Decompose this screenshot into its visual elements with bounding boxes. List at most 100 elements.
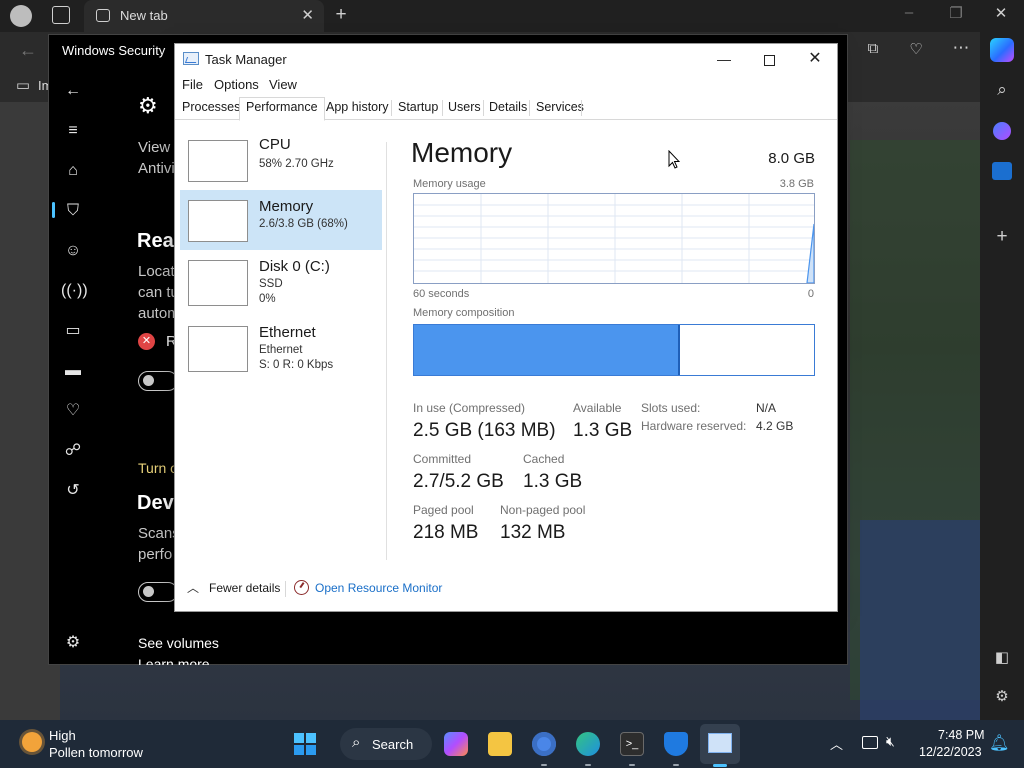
search-icon[interactable]: ⌕: [990, 80, 1014, 100]
fewer-details-button[interactable]: Fewer details: [209, 581, 280, 595]
tab-startup[interactable]: Startup: [398, 100, 438, 114]
account-person-icon[interactable]: ☺: [61, 239, 85, 263]
chrome-icon[interactable]: [532, 732, 556, 756]
restore-icon[interactable]: ❐: [947, 4, 965, 22]
modified-segment: [678, 325, 680, 375]
open-resource-monitor-link[interactable]: Open Resource Monitor: [315, 581, 442, 595]
resource-detail: Ethernet: [259, 344, 303, 356]
realtime-heading: Real: [137, 230, 180, 252]
hide-sidebar-icon[interactable]: ◧: [990, 648, 1014, 666]
task-manager-titlebar[interactable]: Task Manager — ✕: [175, 44, 837, 74]
profile-avatar-icon[interactable]: [10, 5, 32, 27]
device-health-icon[interactable]: ♡: [61, 399, 85, 423]
device-security-icon[interactable]: ▬: [61, 359, 85, 383]
tab-processes[interactable]: Processes: [182, 100, 240, 114]
resource-memory[interactable]: Memory 2.6/3.8 GB (68%): [180, 190, 382, 250]
shield-icon[interactable]: ⛉: [61, 199, 85, 223]
add-sidebar-app-icon[interactable]: +: [990, 226, 1014, 248]
tab-bar: Processes Performance App history Startu…: [175, 96, 837, 121]
menu-view[interactable]: View: [269, 77, 297, 92]
graph-time-left: 60 seconds: [413, 288, 470, 300]
task-manager-taskbar-button[interactable]: [700, 724, 740, 767]
display-cast-icon[interactable]: [862, 736, 878, 749]
see-volumes-link[interactable]: See volumes: [138, 635, 219, 651]
task-manager-logo-icon: [183, 52, 199, 65]
chevron-up-icon[interactable]: ︿: [187, 579, 199, 596]
minimize-icon[interactable]: –: [900, 4, 918, 21]
windows-security-taskbar-icon[interactable]: [664, 732, 688, 756]
available-label: Available: [573, 401, 622, 415]
menu-file[interactable]: File: [182, 77, 203, 92]
slots-used-value: N/A: [756, 401, 777, 415]
in-use-label: In use (Compressed): [413, 401, 526, 415]
new-tab-plus-icon[interactable]: +: [332, 4, 350, 26]
tab-performance[interactable]: Performance: [239, 97, 325, 121]
search-icon: ⌕: [352, 734, 361, 751]
family-options-icon[interactable]: ☍: [61, 439, 85, 463]
dev-drive-heading: Dev: [137, 492, 174, 514]
protection-history-icon[interactable]: ↺: [61, 479, 85, 503]
start-windows-icon[interactable]: [294, 733, 316, 755]
copilot-icon[interactable]: [990, 38, 1014, 62]
resource-name: CPU: [259, 136, 291, 153]
workspaces-icon[interactable]: [52, 6, 70, 24]
back-arrow-icon[interactable]: ←: [61, 79, 85, 103]
resource-disk[interactable]: Disk 0 (C:) SSD 0%: [180, 256, 382, 316]
menu-options[interactable]: Options: [214, 77, 259, 92]
browser-tab-strip: New tab ✕ + – ❐ ✕: [0, 0, 1024, 32]
task-manager-icon: [708, 733, 732, 753]
tab-details[interactable]: Details: [489, 100, 527, 114]
close-icon[interactable]: ✕: [793, 48, 837, 70]
turn-link[interactable]: Turn o: [138, 458, 178, 479]
error-x-icon: ✕: [138, 333, 155, 350]
paged-pool-value: 218 MB: [413, 522, 479, 543]
close-window-icon[interactable]: ✕: [992, 4, 1010, 22]
firewall-network-icon[interactable]: ((·)): [61, 279, 88, 303]
home-icon[interactable]: ⌂: [61, 159, 85, 183]
volume-muted-icon[interactable]: 🔇︎: [886, 733, 895, 750]
copilot-app-icon[interactable]: [993, 122, 1011, 140]
edge-icon[interactable]: [576, 732, 600, 756]
window-title: Task Manager: [205, 52, 287, 67]
taskbar-search-box[interactable]: ⌕ Search: [340, 728, 432, 760]
resource-cpu[interactable]: CPU 58% 2.70 GHz: [180, 134, 382, 194]
tab-app-history[interactable]: App history: [326, 100, 389, 114]
learn-more-link[interactable]: Learn more: [138, 656, 210, 665]
hardware-reserved-label: Hardware reserved:: [641, 419, 747, 433]
back-arrow-icon[interactable]: ←: [18, 40, 38, 61]
tab-users[interactable]: Users: [448, 100, 481, 114]
sidebar-settings-icon[interactable]: ⚙: [990, 687, 1014, 705]
show-hidden-icons-chevron-icon[interactable]: ︿: [830, 734, 843, 753]
clock-time[interactable]: 7:48 PM: [938, 728, 985, 742]
resource-monitor-icon[interactable]: [294, 580, 309, 595]
weather-title[interactable]: High: [49, 728, 76, 743]
hamburger-menu-icon[interactable]: ≡: [61, 119, 85, 143]
minimize-icon[interactable]: —: [702, 48, 746, 70]
weather-subtitle[interactable]: Pollen tomorrow: [49, 745, 143, 760]
file-explorer-icon[interactable]: [488, 732, 512, 756]
resource-ethernet[interactable]: Ethernet Ethernet S: 0 R: 0 Kbps: [180, 322, 382, 382]
maximize-icon[interactable]: [747, 48, 791, 70]
desc-line1: Locat: [138, 263, 175, 280]
tab-services[interactable]: Services: [536, 100, 584, 114]
memory-usage-max: 3.8 GB: [779, 178, 814, 190]
notification-bell-icon[interactable]: 🔔︎: [989, 733, 1009, 753]
terminal-icon[interactable]: >_: [620, 732, 644, 756]
health-icon[interactable]: ♡: [905, 40, 927, 58]
memory-usage-graph: [413, 193, 815, 284]
dev-drive-toggle[interactable]: [138, 582, 178, 602]
folder-icon[interactable]: ▭: [14, 76, 32, 94]
realtime-toggle[interactable]: [138, 371, 178, 391]
clock-date[interactable]: 12/22/2023: [919, 745, 982, 759]
settings-gear-icon[interactable]: ⚙: [61, 631, 85, 655]
memory-composition-bar: [413, 324, 815, 376]
collections-icon[interactable]: ⧉: [862, 40, 884, 57]
weather-sun-icon[interactable]: [22, 732, 42, 752]
app-browser-control-icon[interactable]: ▭: [61, 319, 85, 343]
tab-new-tab[interactable]: New tab ✕: [84, 0, 324, 32]
copilot-taskbar-icon[interactable]: [444, 732, 468, 756]
disk-thumbnail-graph: [188, 260, 248, 306]
outlook-icon[interactable]: [992, 162, 1012, 180]
more-options-icon[interactable]: ⋯: [950, 38, 972, 58]
close-tab-icon[interactable]: ✕: [301, 6, 314, 24]
